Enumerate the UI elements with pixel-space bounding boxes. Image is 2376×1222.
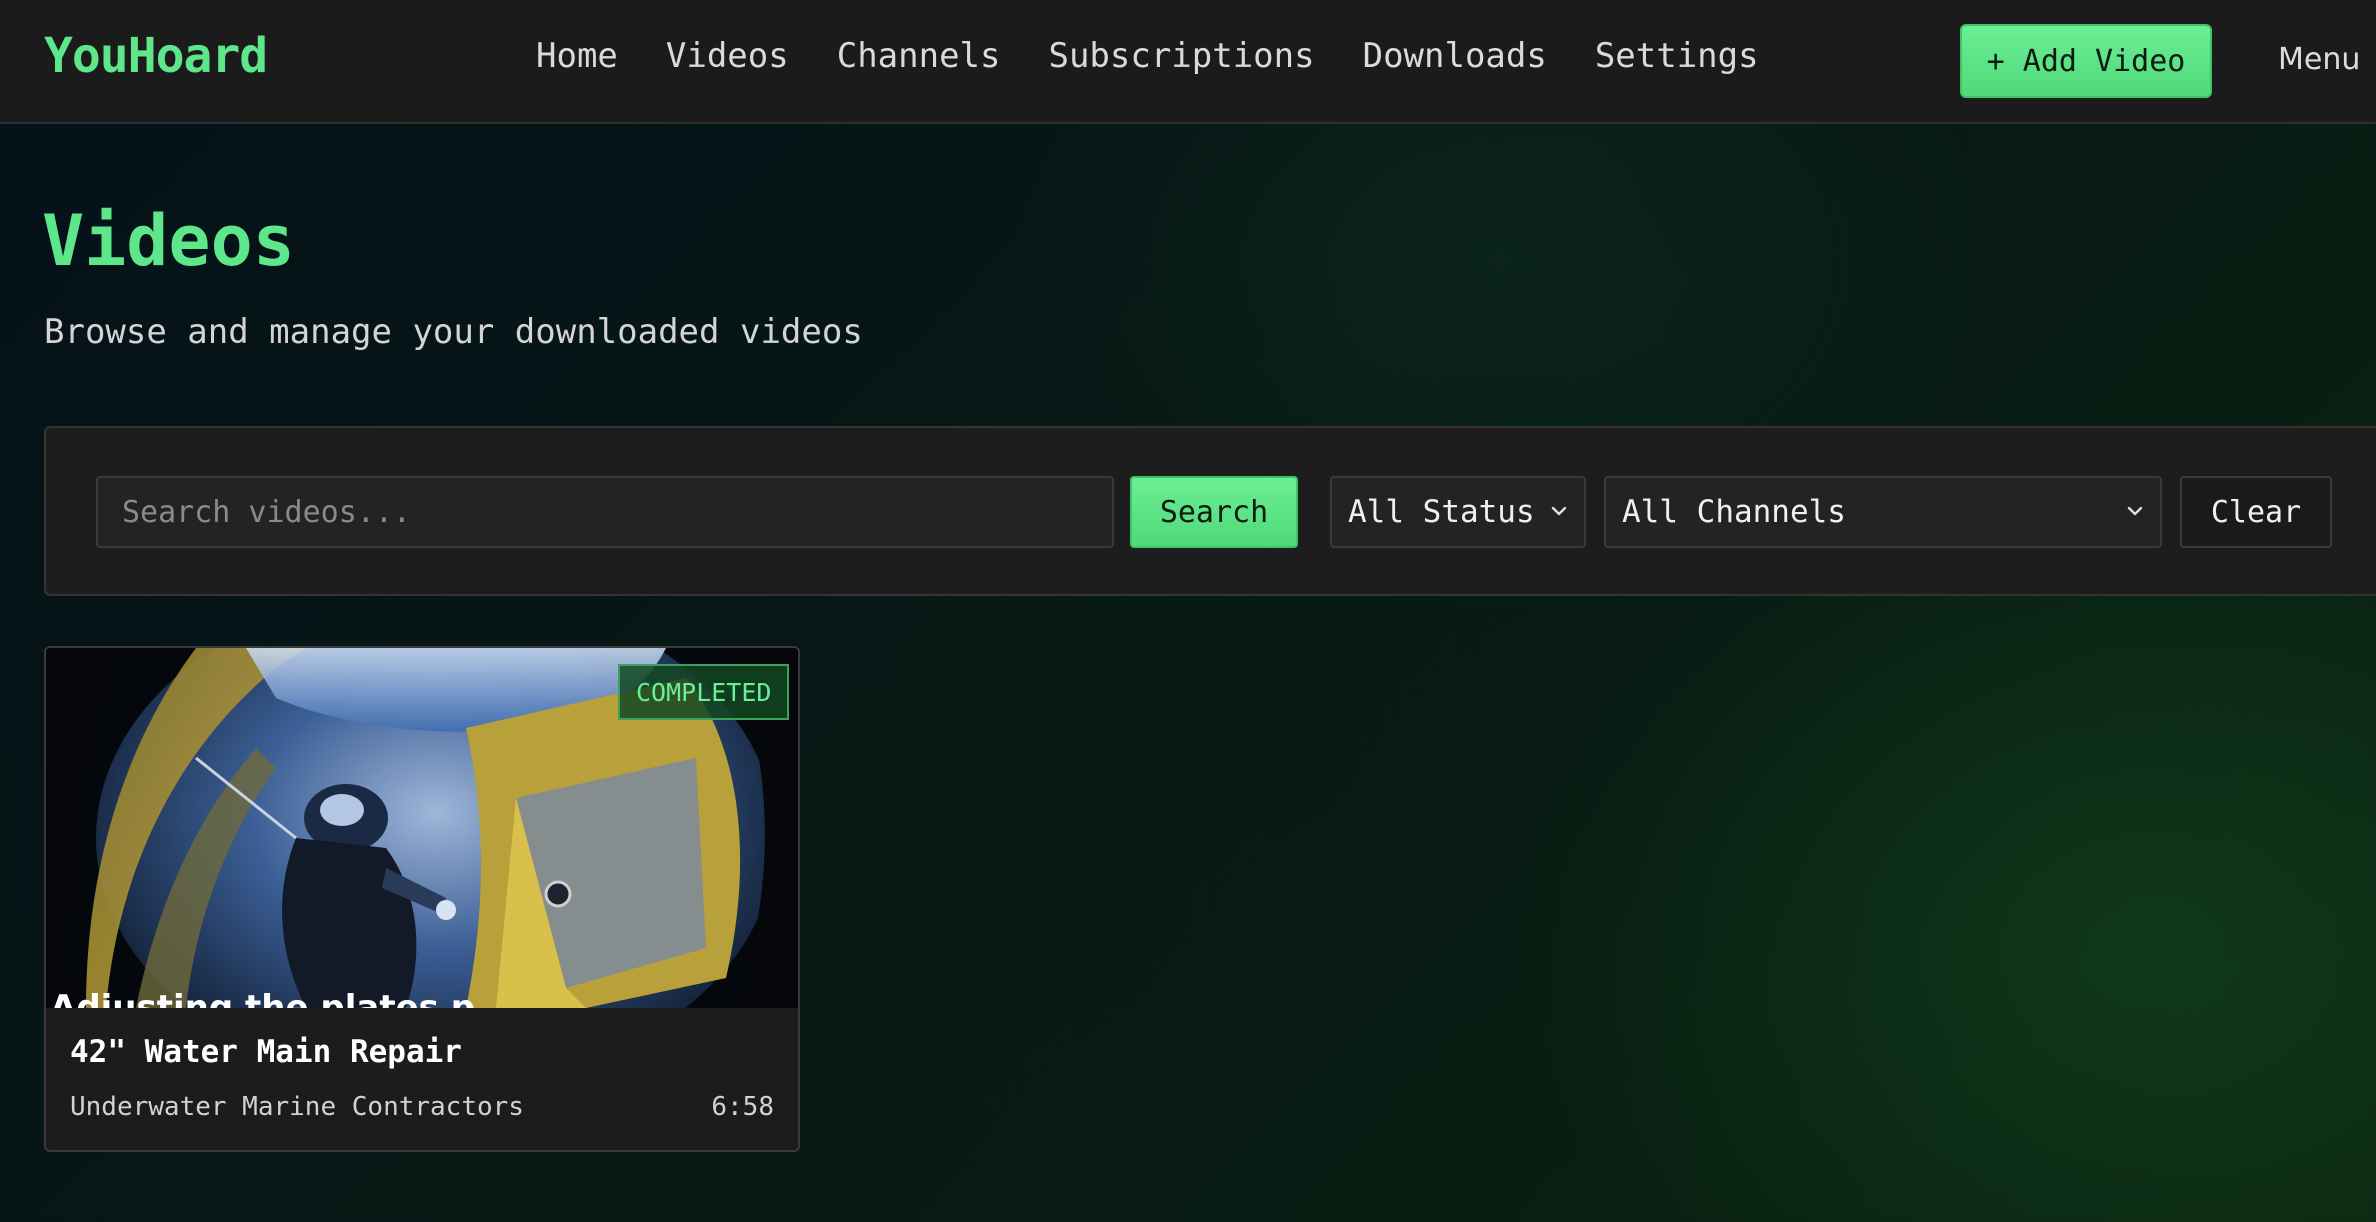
- video-channel[interactable]: Underwater Marine Contractors: [70, 1092, 524, 1122]
- video-thumbnail[interactable]: COMPLETED Adjusting the plates p: [46, 648, 798, 1008]
- main-nav: Home Videos Channels Subscriptions Downl…: [536, 36, 1807, 76]
- page-subtitle: Browse and manage your downloaded videos: [44, 312, 863, 352]
- nav-link-videos[interactable]: Videos: [666, 36, 789, 76]
- filter-panel: Search All Status All Channels Clear: [44, 426, 2376, 596]
- brand-logo[interactable]: YouHoard: [44, 28, 268, 84]
- nav-link-settings[interactable]: Settings: [1595, 36, 1759, 76]
- status-filter-select[interactable]: All Status: [1330, 476, 1586, 548]
- video-duration: 6:58: [711, 1092, 774, 1122]
- thumbnail-caption: Adjusting the plates p: [50, 988, 476, 1008]
- page-title: Videos: [42, 200, 295, 282]
- chevron-down-icon: [2127, 506, 2143, 516]
- nav-link-subscriptions[interactable]: Subscriptions: [1048, 36, 1314, 76]
- channel-filter-select[interactable]: All Channels: [1604, 476, 2162, 548]
- nav-link-downloads[interactable]: Downloads: [1363, 36, 1547, 76]
- search-input[interactable]: [96, 476, 1114, 548]
- nav-link-home[interactable]: Home: [536, 36, 618, 76]
- channel-filter-value: All Channels: [1622, 494, 1846, 530]
- video-title[interactable]: 42" Water Main Repair: [70, 1034, 462, 1070]
- video-card[interactable]: COMPLETED Adjusting the plates p 42" Wat…: [44, 646, 800, 1152]
- add-video-button[interactable]: + Add Video: [1960, 24, 2212, 98]
- nav-link-channels[interactable]: Channels: [837, 36, 1001, 76]
- menu-button[interactable]: Menu: [2278, 42, 2360, 77]
- status-badge: COMPLETED: [618, 664, 790, 720]
- search-button[interactable]: Search: [1130, 476, 1298, 548]
- status-filter-value: All Status: [1348, 494, 1535, 530]
- chevron-down-icon: [1551, 506, 1567, 516]
- top-navigation-bar: YouHoard Home Videos Channels Subscripti…: [0, 0, 2376, 124]
- clear-filters-button[interactable]: Clear: [2180, 476, 2332, 548]
